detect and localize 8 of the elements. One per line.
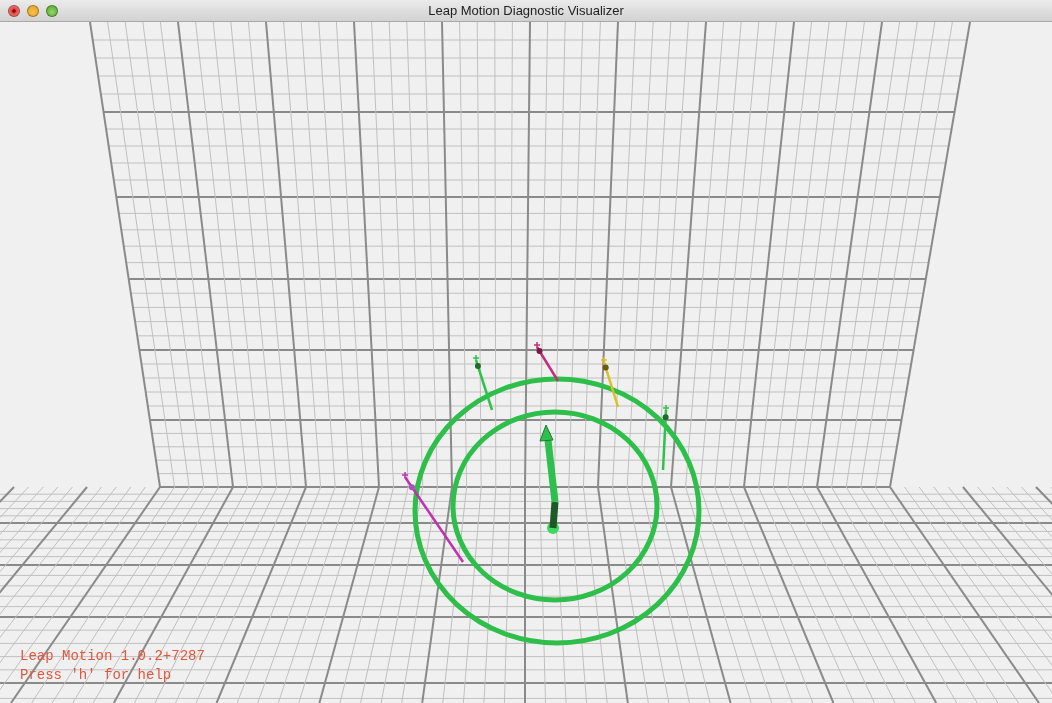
finger-pointer-drawing	[600, 356, 620, 408]
zoom-button[interactable]	[46, 4, 58, 17]
window-title: Leap Motion Diagnostic Visualizer	[428, 3, 624, 18]
close-button[interactable]	[8, 4, 20, 17]
minimize-button[interactable]	[27, 4, 39, 17]
finger-pointer-drawing	[533, 341, 560, 382]
finger-pointer-drawing	[661, 404, 670, 471]
finger-pointer-drawing	[472, 354, 494, 411]
